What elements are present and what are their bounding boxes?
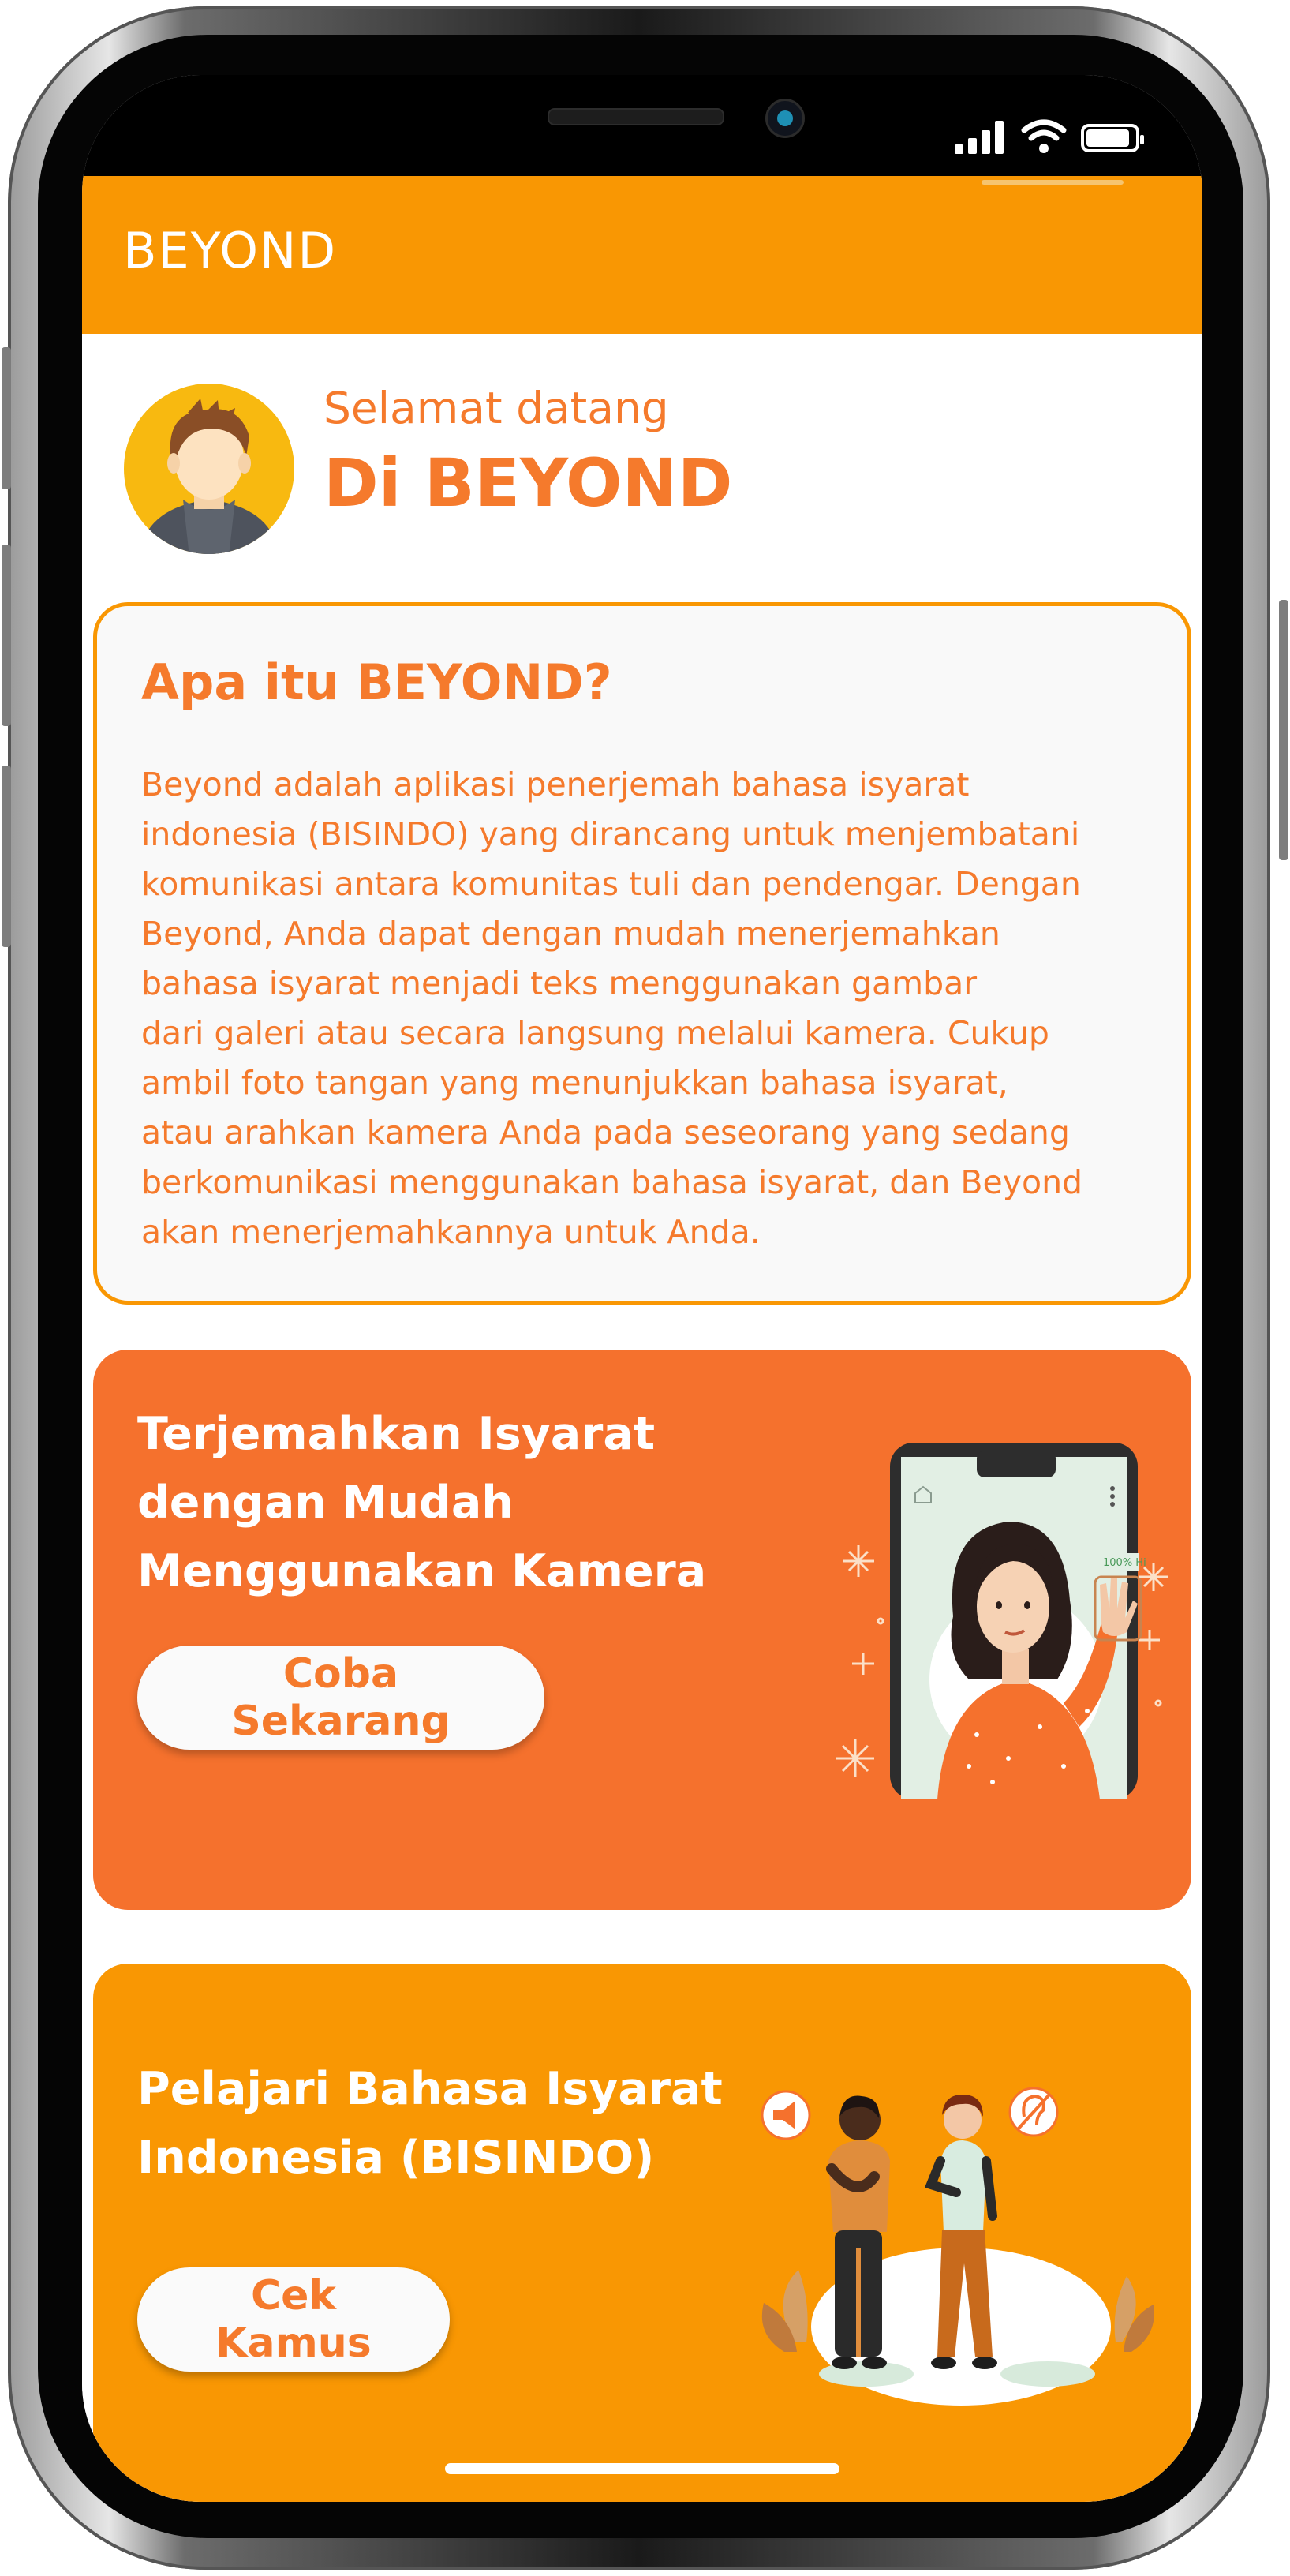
speaker-grille <box>548 108 724 125</box>
learn-card[interactable]: Pelajari Bahasa Isyarat Indonesia (BISIN… <box>93 1964 1191 2502</box>
avatar-icon <box>124 384 294 554</box>
learn-card-heading: Pelajari Bahasa Isyarat Indonesia (BISIN… <box>137 2055 723 2192</box>
greeting-subtitle: Selamat datang <box>323 383 669 433</box>
phone-side-button <box>2 766 11 947</box>
try-now-button[interactable]: Coba Sekarang <box>137 1646 544 1750</box>
status-bar <box>82 75 1202 176</box>
translate-card[interactable]: Terjemahkan Isyarat dengan Mudah Menggun… <box>93 1350 1191 1910</box>
battery-icon <box>1081 124 1144 152</box>
heading-line: Indonesia (BISINDO) <box>137 2132 655 2184</box>
heading-line: Terjemahkan Isyarat <box>137 1408 656 1460</box>
heading-line: dengan Mudah <box>137 1477 514 1529</box>
check-dictionary-button[interactable]: Cek Kamus <box>137 2267 450 2372</box>
about-line: Beyond adalah aplikasi penerjemah bahasa… <box>141 766 970 803</box>
phone-camera-illustration: 100% Hi <box>836 1443 1168 1799</box>
app-title: BEYOND <box>123 222 338 279</box>
about-line: ambil foto tangan yang menunjukkan bahas… <box>141 1064 1008 1102</box>
signal-icon <box>955 119 1010 154</box>
phone-side-button <box>2 545 11 726</box>
phone-side-button <box>2 347 11 489</box>
heading-line: Pelajari Bahasa Isyarat <box>137 2063 723 2115</box>
translate-card-heading: Terjemahkan Isyarat dengan Mudah Menggun… <box>137 1400 706 1606</box>
about-line: indonesia (BISINDO) yang dirancang untuk… <box>141 815 1080 853</box>
wifi-icon <box>1021 119 1067 153</box>
about-line: Beyond, Anda dapat dengan mudah menerjem… <box>141 915 1000 953</box>
about-line: komunikasi antara komunitas tuli dan pen… <box>141 865 1081 903</box>
more-icon <box>1110 1486 1115 1507</box>
megaphone-icon <box>761 2090 811 2140</box>
about-line: akan menerjemahkannya untuk Anda. <box>141 1213 761 1251</box>
home-indicator[interactable] <box>445 2463 839 2474</box>
app-screen: BEYOND Selamat datang Di BEYOND Apa itu … <box>82 75 1202 2502</box>
about-title: Apa itu BEYOND? <box>141 653 612 711</box>
about-line: atau arahkan kamera Anda pada seseorang … <box>141 1114 1070 1151</box>
about-line: bahasa isyarat menjadi teks menggunakan … <box>141 964 978 1002</box>
heading-line: Menggunakan Kamera <box>137 1545 707 1597</box>
about-card: Apa itu BEYOND? Beyond adalah aplikasi p… <box>93 602 1191 1305</box>
greeting-title: Di BEYOND <box>323 444 733 522</box>
no-hearing-icon <box>1008 2087 1059 2137</box>
status-icons <box>955 119 1160 157</box>
about-line: berkomunikasi menggunakan bahasa isyarat… <box>141 1163 1083 1201</box>
avatar[interactable] <box>122 381 297 556</box>
about-line: dari galeri atau secara langsung melalui… <box>141 1014 1049 1052</box>
app-bar-handle <box>982 180 1124 185</box>
svg-text:100% Hi: 100% Hi <box>1103 1557 1146 1569</box>
phone-power-button <box>1279 600 1288 860</box>
app-bar: BEYOND <box>82 176 1202 334</box>
sign-language-illustration <box>761 2087 1154 2406</box>
about-description: Beyond adalah aplikasi penerjemah bahasa… <box>141 760 1159 1257</box>
home-content: Selamat datang Di BEYOND Apa itu BEYOND?… <box>82 334 1202 2502</box>
front-camera <box>765 99 805 138</box>
